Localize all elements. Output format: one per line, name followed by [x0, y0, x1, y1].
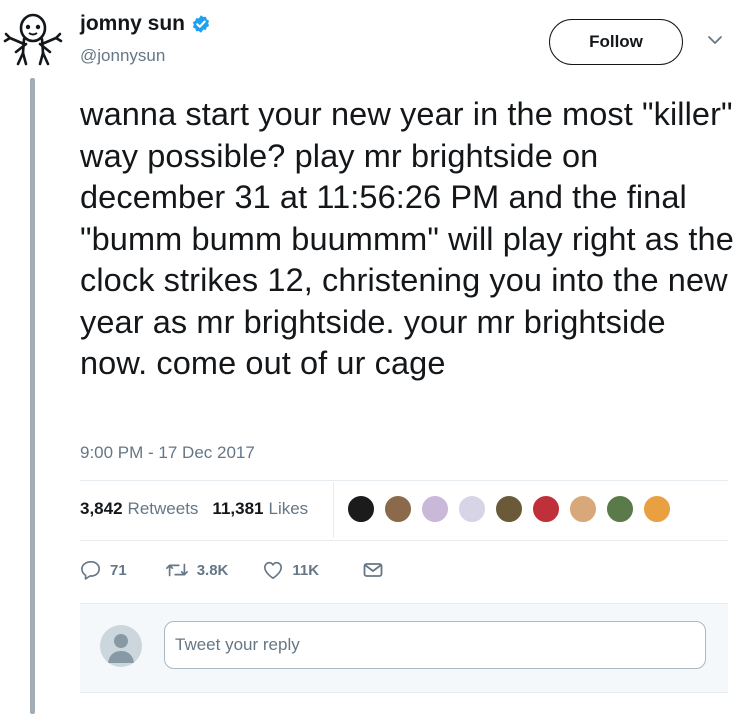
reply-action[interactable]: 71 — [80, 560, 127, 580]
author-name-row: jomny sun — [80, 12, 211, 36]
tweet-stats: 3,842 Retweets 11,381 Likes — [80, 499, 308, 519]
reply-composer — [80, 603, 728, 693]
tweet-text: wanna start your new year in the most "k… — [80, 96, 734, 381]
retweet-action[interactable]: 3.8K — [165, 561, 229, 579]
author-name[interactable]: jomny sun — [80, 12, 185, 36]
liker-avatar[interactable] — [420, 494, 450, 524]
divider — [80, 540, 728, 541]
follow-button[interactable]: Follow — [549, 19, 683, 65]
reply-count: 71 — [110, 561, 127, 579]
tweet-timestamp[interactable]: 9:00 PM - 17 Dec 2017 — [80, 443, 255, 463]
divider — [80, 480, 728, 481]
thread-line — [30, 78, 35, 714]
chevron-down-icon[interactable] — [707, 34, 723, 46]
liker-avatar[interactable] — [494, 494, 524, 524]
liker-avatar[interactable] — [531, 494, 561, 524]
reply-input[interactable] — [164, 621, 706, 669]
retweets-label[interactable]: Retweets — [128, 499, 199, 519]
heart-icon — [264, 561, 283, 579]
author-avatar[interactable] — [2, 8, 64, 70]
liker-avatars — [346, 494, 679, 524]
message-action[interactable] — [363, 562, 383, 578]
liker-avatar[interactable] — [642, 494, 672, 524]
like-count: 11K — [292, 561, 320, 579]
verified-badge-icon — [192, 15, 210, 33]
stats-separator — [333, 482, 334, 538]
envelope-icon — [363, 563, 383, 577]
doodle-avatar-icon — [3, 13, 63, 66]
user-avatar[interactable] — [100, 625, 142, 667]
likes-count[interactable]: 11,381 — [212, 499, 263, 519]
liker-avatar[interactable] — [568, 494, 598, 524]
default-avatar-icon — [108, 634, 134, 663]
reply-icon — [81, 561, 100, 580]
tweet-actions: 71 3.8K 11K — [80, 560, 383, 580]
liker-avatar[interactable] — [457, 494, 487, 524]
like-action[interactable]: 11K — [262, 560, 319, 580]
retweets-count[interactable]: 3,842 — [80, 499, 123, 519]
liker-avatar[interactable] — [383, 494, 413, 524]
liker-avatar[interactable] — [605, 494, 635, 524]
retweet-count: 3.8K — [196, 561, 229, 579]
author-handle[interactable]: @jonnysun — [80, 46, 165, 66]
likes-label[interactable]: Likes — [268, 499, 308, 519]
retweet-icon — [165, 563, 188, 577]
liker-avatar[interactable] — [346, 494, 376, 524]
